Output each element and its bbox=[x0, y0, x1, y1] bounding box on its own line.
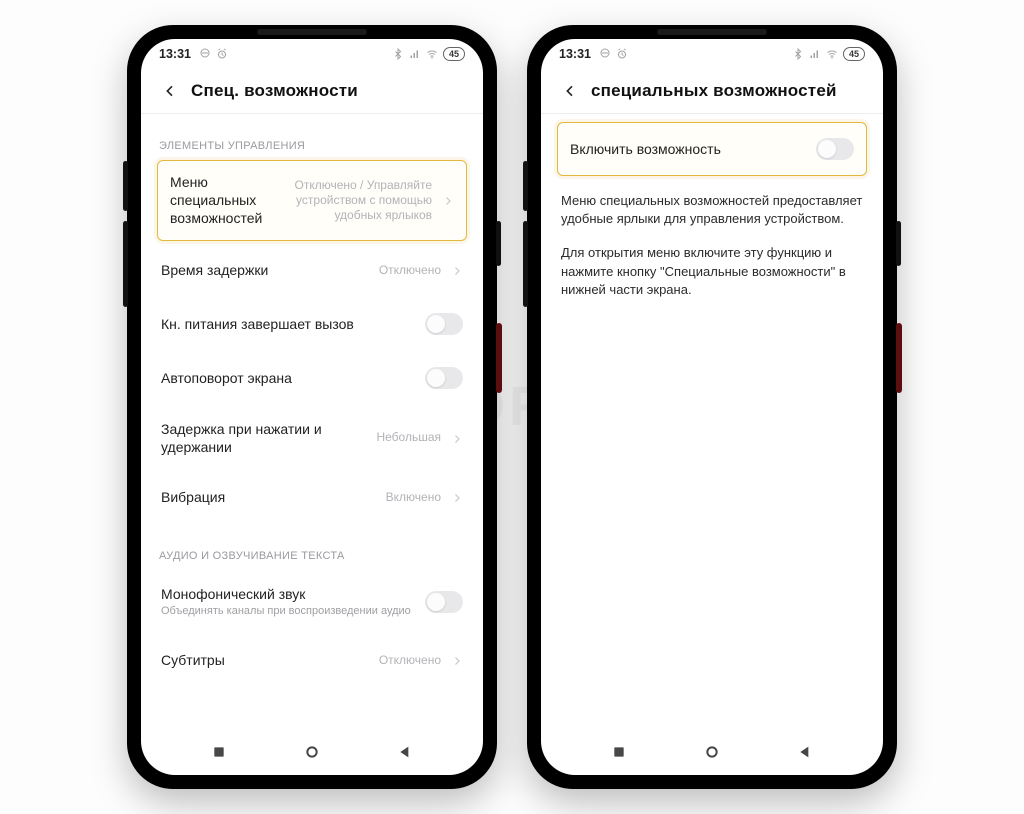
circle-icon bbox=[704, 744, 720, 760]
home-button[interactable] bbox=[697, 737, 727, 767]
settings-body[interactable]: Включить возможность Меню специальных во… bbox=[541, 114, 883, 729]
toggle-off[interactable] bbox=[816, 138, 854, 160]
power-button bbox=[496, 323, 502, 393]
section-header: АУДИО И ОЗВУЧИВАНИЕ ТЕКСТА bbox=[159, 550, 465, 562]
android-nav bbox=[541, 729, 883, 775]
status-icons-right: 45 bbox=[392, 47, 465, 61]
recents-button[interactable] bbox=[604, 737, 634, 767]
row-value: Отключено bbox=[379, 653, 441, 668]
circle-icon bbox=[304, 744, 320, 760]
toggle-off[interactable] bbox=[425, 313, 463, 335]
stage: 13:31 45 Спец. возможности bbox=[0, 0, 1024, 814]
screen: 13:31 45 специальных возможностей bbox=[541, 39, 883, 775]
chevron-right-icon bbox=[451, 264, 463, 276]
dnd-icon bbox=[599, 48, 611, 60]
signal-icon bbox=[409, 48, 421, 60]
side-button bbox=[496, 221, 501, 266]
alarm-icon bbox=[216, 48, 228, 60]
info-paragraph: Меню специальных возможностей предоставл… bbox=[561, 192, 863, 228]
row-title: Меню специальных возможностей bbox=[170, 173, 272, 228]
status-bar: 13:31 45 bbox=[541, 39, 883, 69]
page-title: специальных возможностей bbox=[591, 81, 837, 101]
row-value: Небольшая bbox=[376, 430, 441, 445]
status-icons-right: 45 bbox=[792, 47, 865, 61]
section-header: ЭЛЕМЕНТЫ УПРАВЛЕНИЯ bbox=[159, 140, 465, 152]
volume-button bbox=[523, 221, 528, 307]
row-title: Время задержки bbox=[161, 261, 369, 279]
chevron-left-icon bbox=[562, 83, 578, 99]
back-button[interactable] bbox=[155, 76, 185, 106]
android-nav bbox=[141, 729, 483, 775]
chevron-right-icon bbox=[451, 491, 463, 503]
row-mono-audio[interactable]: Монофонический звук Объединять каналы пр… bbox=[157, 570, 467, 633]
toggle-off[interactable] bbox=[425, 367, 463, 389]
home-button[interactable] bbox=[297, 737, 327, 767]
clock: 13:31 bbox=[559, 47, 591, 61]
row-value: Отключено bbox=[379, 263, 441, 278]
chevron-right-icon bbox=[451, 654, 463, 666]
battery-pill: 45 bbox=[843, 47, 865, 61]
status-icons-left bbox=[599, 48, 628, 60]
signal-icon bbox=[809, 48, 821, 60]
row-value: Отключено / Управляйте устройством с пом… bbox=[282, 178, 432, 223]
back-nav-button[interactable] bbox=[390, 737, 420, 767]
chevron-left-icon bbox=[162, 83, 178, 99]
battery-pill: 45 bbox=[443, 47, 465, 61]
row-value: Включено bbox=[386, 490, 441, 505]
triangle-left-icon bbox=[797, 744, 813, 760]
row-autorotate[interactable]: Автоповорот экрана bbox=[157, 351, 467, 405]
settings-list[interactable]: ЭЛЕМЕНТЫ УПРАВЛЕНИЯ Меню специальных воз… bbox=[141, 114, 483, 729]
row-title: Включить возможность bbox=[570, 140, 806, 158]
phone-left: 13:31 45 Спец. возможности bbox=[127, 25, 497, 789]
bluetooth-icon bbox=[392, 48, 404, 60]
status-bar: 13:31 45 bbox=[141, 39, 483, 69]
earpiece bbox=[257, 29, 367, 35]
recents-button[interactable] bbox=[204, 737, 234, 767]
row-title: Задержка при нажатии и удержании bbox=[161, 420, 366, 456]
row-touch-hold-delay[interactable]: Задержка при нажатии и удержании Небольш… bbox=[157, 405, 467, 470]
toggle-off[interactable] bbox=[425, 591, 463, 613]
wifi-icon bbox=[826, 48, 838, 60]
alarm-icon bbox=[616, 48, 628, 60]
chevron-right-icon bbox=[442, 194, 454, 206]
chevron-right-icon bbox=[451, 432, 463, 444]
row-time-delay[interactable]: Время задержки Отключено bbox=[157, 243, 467, 297]
row-vibration[interactable]: Вибрация Включено bbox=[157, 470, 467, 524]
row-enable-feature[interactable]: Включить возможность bbox=[557, 122, 867, 176]
power-button bbox=[896, 323, 902, 393]
info-paragraph: Для открытия меню включите эту функцию и… bbox=[561, 244, 863, 299]
wifi-icon bbox=[426, 48, 438, 60]
triangle-left-icon bbox=[397, 744, 413, 760]
back-button[interactable] bbox=[555, 76, 585, 106]
page-title: Спец. возможности bbox=[191, 81, 358, 101]
row-power-ends-call[interactable]: Кн. питания завершает вызов bbox=[157, 297, 467, 351]
row-subtitle: Объединять каналы при воспроизведении ау… bbox=[161, 605, 415, 619]
row-title: Субтитры bbox=[161, 651, 369, 669]
back-nav-button[interactable] bbox=[790, 737, 820, 767]
clock: 13:31 bbox=[159, 47, 191, 61]
bluetooth-icon bbox=[792, 48, 804, 60]
row-title: Монофонический звук bbox=[161, 585, 415, 603]
row-title: Вибрация bbox=[161, 488, 376, 506]
earpiece bbox=[657, 29, 767, 35]
side-button bbox=[896, 221, 901, 266]
volume-button bbox=[123, 221, 128, 307]
phone-right: 13:31 45 специальных возможностей bbox=[527, 25, 897, 789]
volume-button bbox=[523, 161, 528, 211]
app-header: специальных возможностей bbox=[541, 69, 883, 113]
screen: 13:31 45 Спец. возможности bbox=[141, 39, 483, 775]
status-icons-left bbox=[199, 48, 228, 60]
app-header: Спец. возможности bbox=[141, 69, 483, 113]
dnd-icon bbox=[199, 48, 211, 60]
row-title: Автоповорот экрана bbox=[161, 369, 415, 387]
row-subtitles[interactable]: Субтитры Отключено bbox=[157, 633, 467, 687]
row-accessibility-menu[interactable]: Меню специальных возможностей Отключено … bbox=[157, 160, 467, 241]
row-title: Кн. питания завершает вызов bbox=[161, 315, 415, 333]
square-icon bbox=[211, 744, 227, 760]
square-icon bbox=[611, 744, 627, 760]
volume-button bbox=[123, 161, 128, 211]
